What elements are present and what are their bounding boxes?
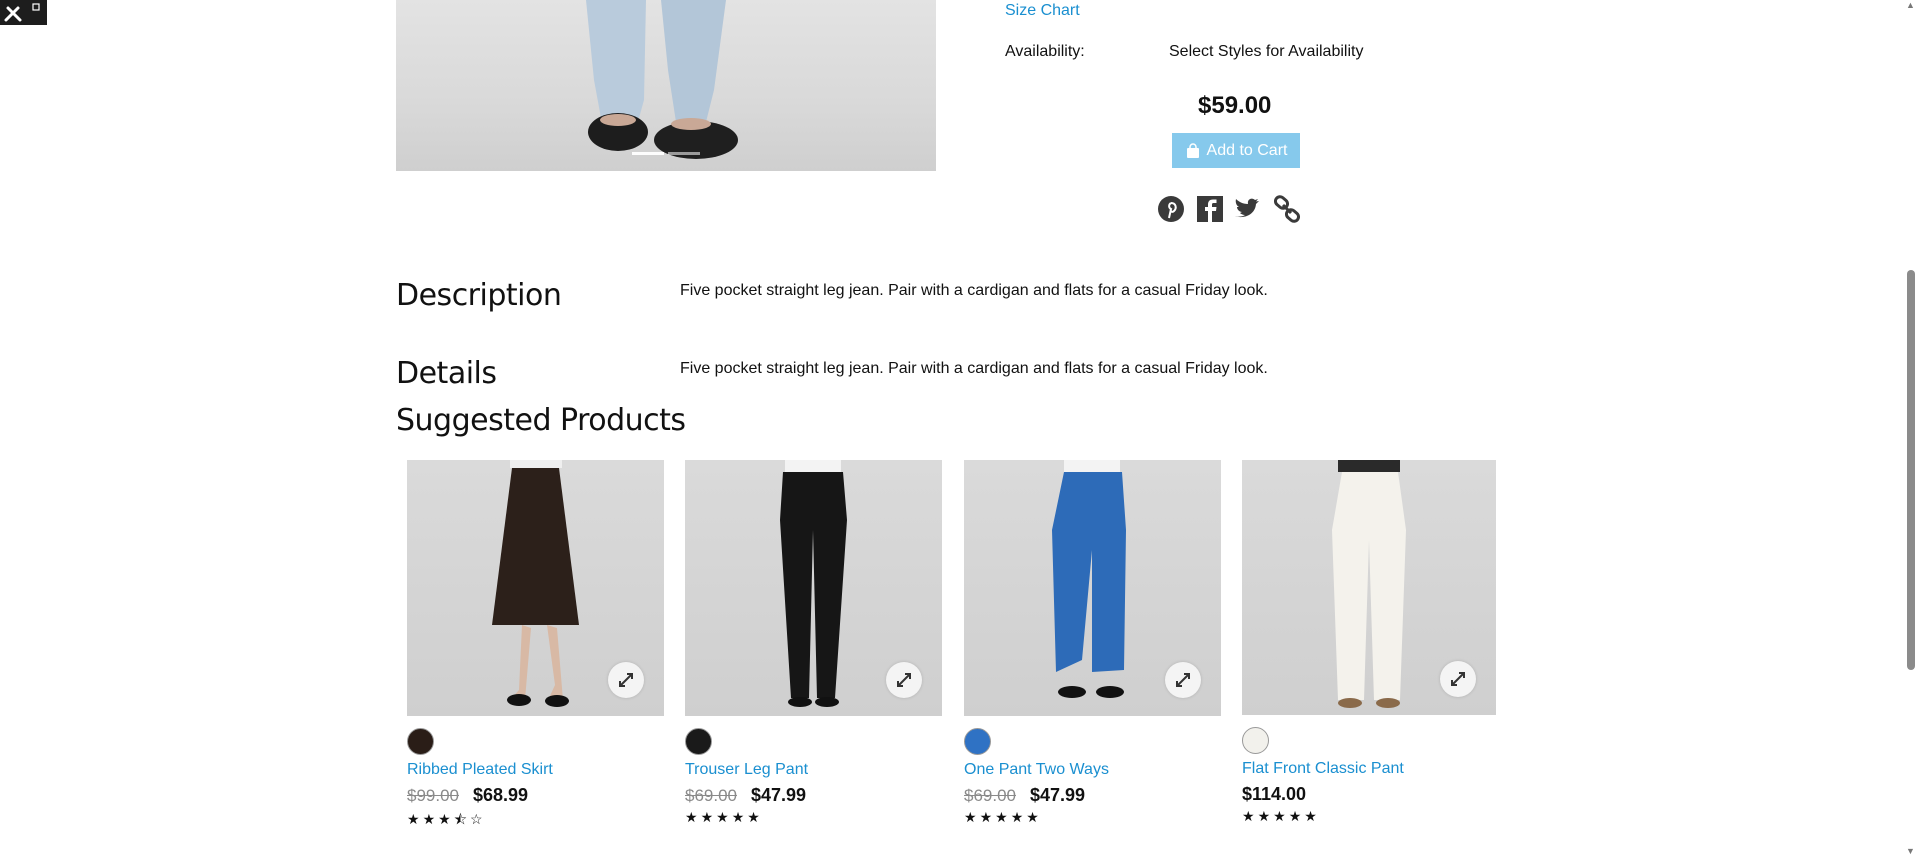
- star-full-icon: ★: [1288, 808, 1305, 824]
- availability-value: Select Styles for Availability: [1169, 43, 1364, 60]
- details-heading: Details: [396, 356, 497, 391]
- product-prices: $114.00: [1242, 784, 1496, 805]
- details-text: Five pocket straight leg jean. Pair with…: [680, 360, 1268, 377]
- star-full-icon: ★: [1257, 808, 1274, 824]
- star-half-icon: ⯪: [453, 811, 470, 827]
- product-name-link[interactable]: Flat Front Classic Pant: [1242, 760, 1496, 778]
- color-swatch[interactable]: [407, 728, 434, 755]
- link-icon[interactable]: [1272, 194, 1302, 224]
- star-full-icon: ★: [1273, 808, 1289, 824]
- shopping-bag-icon: [1186, 142, 1199, 158]
- star-full-icon: ★: [1026, 809, 1042, 825]
- expand-icon[interactable]: [608, 662, 644, 698]
- star-full-icon: ★: [438, 811, 454, 827]
- scrollbar-thumb[interactable]: [1907, 270, 1915, 670]
- star-full-icon: ★: [685, 809, 701, 825]
- star-empty-icon: ☆: [469, 811, 486, 827]
- description-text: Five pocket straight leg jean. Pair with…: [680, 282, 1268, 299]
- product-prices: $69.00 $47.99: [964, 785, 1221, 806]
- sale-price: $47.99: [1030, 785, 1086, 805]
- original-price: $69.00: [964, 786, 1016, 805]
- sale-price: $47.99: [751, 785, 807, 805]
- product-image[interactable]: [964, 460, 1221, 716]
- tools-icon: [4, 3, 40, 22]
- expand-icon[interactable]: [1440, 661, 1476, 697]
- star-full-icon: ★: [407, 811, 423, 827]
- product-prices: $99.00 $68.99: [407, 785, 664, 806]
- suggested-products-heading: Suggested Products: [396, 403, 686, 438]
- carousel-dot-1[interactable]: [632, 152, 664, 155]
- color-swatch[interactable]: [1242, 727, 1269, 754]
- color-swatch[interactable]: [964, 728, 991, 755]
- original-price: $69.00: [685, 786, 737, 805]
- star-full-icon: ★: [1010, 809, 1027, 825]
- product-card: One Pant Two Ways $69.00 $47.99 ★★★★★: [964, 460, 1221, 826]
- product-prices: $69.00 $47.99: [685, 785, 942, 806]
- star-full-icon: ★: [964, 809, 980, 825]
- star-full-icon: ★: [716, 809, 732, 825]
- star-rating: ★★★★★: [964, 809, 1221, 826]
- color-swatch[interactable]: [685, 728, 712, 755]
- twitter-icon[interactable]: [1232, 194, 1262, 224]
- star-full-icon: ★: [731, 809, 748, 825]
- scroll-down-icon[interactable]: ▼: [1906, 846, 1915, 856]
- dev-tools-badge[interactable]: [0, 0, 47, 25]
- star-full-icon: ★: [995, 809, 1011, 825]
- product-image[interactable]: [685, 460, 942, 716]
- star-rating: ★★★★★: [1242, 808, 1496, 825]
- sale-price: $68.99: [473, 785, 529, 805]
- availability-label: Availability:: [1005, 43, 1085, 60]
- product-image[interactable]: [407, 460, 664, 716]
- product-name-link[interactable]: One Pant Two Ways: [964, 761, 1221, 779]
- pinterest-icon[interactable]: [1156, 194, 1186, 224]
- carousel-dot-2[interactable]: [668, 152, 700, 155]
- carousel-indicators: [632, 142, 704, 155]
- product-name-link[interactable]: Ribbed Pleated Skirt: [407, 761, 664, 779]
- star-full-icon: ★: [422, 811, 439, 827]
- product-card: Flat Front Classic Pant $114.00 ★★★★★: [1242, 460, 1496, 825]
- star-full-icon: ★: [747, 809, 763, 825]
- add-to-cart-button[interactable]: Add to Cart: [1172, 133, 1300, 168]
- description-heading: Description: [396, 278, 562, 313]
- star-rating: ★★★⯪☆: [407, 809, 664, 833]
- facebook-icon[interactable]: [1195, 194, 1225, 224]
- star-full-icon: ★: [979, 809, 996, 825]
- star-full-icon: ★: [1242, 808, 1258, 824]
- add-to-cart-label: Add to Cart: [1206, 141, 1288, 159]
- size-chart-link[interactable]: Size Chart: [1005, 2, 1080, 20]
- product-card: Trouser Leg Pant $69.00 $47.99 ★★★★★: [685, 460, 942, 826]
- star-rating: ★★★★★: [685, 809, 942, 826]
- scroll-up-icon[interactable]: ▲: [1906, 0, 1915, 10]
- product-price: $59.00: [1198, 92, 1272, 119]
- product-name-link[interactable]: Trouser Leg Pant: [685, 761, 942, 779]
- product-price: $114.00: [1242, 784, 1307, 804]
- product-card: Ribbed Pleated Skirt $99.00 $68.99 ★★★⯪☆: [407, 460, 664, 833]
- expand-icon[interactable]: [1165, 662, 1201, 698]
- original-price: $99.00: [407, 786, 459, 805]
- product-image[interactable]: [1242, 460, 1496, 715]
- star-full-icon: ★: [1304, 808, 1320, 824]
- expand-icon[interactable]: [886, 662, 922, 698]
- star-full-icon: ★: [700, 809, 717, 825]
